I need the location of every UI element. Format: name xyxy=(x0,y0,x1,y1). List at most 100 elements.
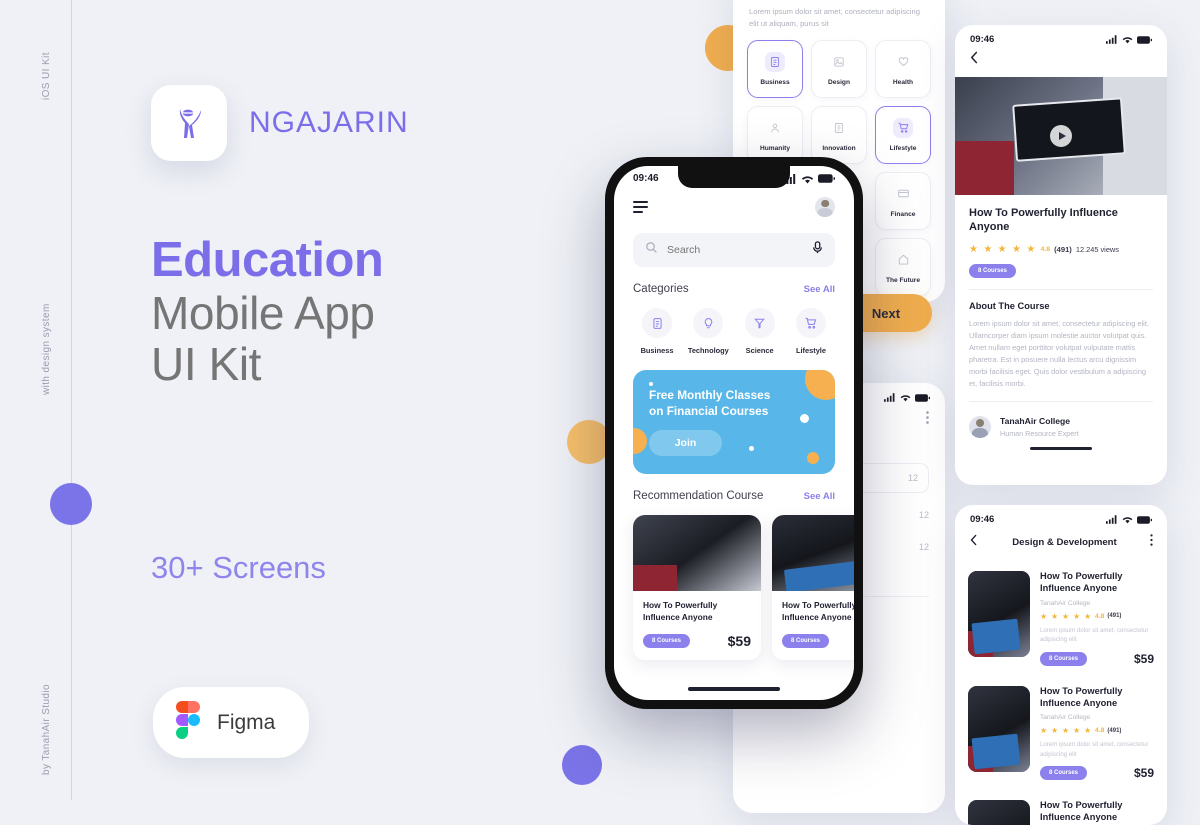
categories-section-header: Categories See All xyxy=(614,267,854,295)
home-indicator xyxy=(688,687,780,691)
menu-count-value: 12 xyxy=(918,542,929,552)
category-cell-design[interactable]: Design xyxy=(811,39,867,98)
signal-icon xyxy=(1106,515,1117,524)
chevron-left-icon[interactable] xyxy=(969,533,979,551)
status-icons xyxy=(884,393,930,402)
phone-screen: 09:46 Categ xyxy=(614,166,854,700)
avatar[interactable] xyxy=(815,197,835,217)
vertical-divider xyxy=(71,0,72,800)
decorative-circle-purple-left xyxy=(50,483,92,525)
search-bar[interactable] xyxy=(633,233,835,267)
course-card[interactable]: How To Powerfully Influence Anyone 8 Cou… xyxy=(633,515,761,660)
status-badge: 8 Courses xyxy=(643,634,691,648)
rating-count: (491) xyxy=(1054,244,1072,254)
list-item[interactable]: How To Powerfully Influence Anyone Tanah… xyxy=(955,561,1167,676)
list-item[interactable]: How To Powerfully Influence Anyone Tanah… xyxy=(955,676,1167,791)
star-rating-icon: ★ ★ ★ ★ ★ xyxy=(969,243,1037,255)
status-bar: 09:46 xyxy=(955,505,1167,529)
category-cell-innovation[interactable]: Innovation xyxy=(811,105,867,164)
battery-icon xyxy=(1137,515,1152,524)
status-time: 09:46 xyxy=(970,514,995,525)
rating-score: 4.8 xyxy=(1094,727,1105,735)
battery-icon xyxy=(1137,35,1152,44)
category-cell-label: The Future xyxy=(885,276,921,284)
page-title: Education Mobile App UI Kit xyxy=(151,233,384,391)
promo-banner[interactable]: Free Monthly Classes on Financial Course… xyxy=(633,370,835,474)
course-thumbnail xyxy=(633,515,761,591)
battery-icon xyxy=(818,174,835,183)
course-card[interactable]: How To Powerfully Influence Anyone 8 Cou… xyxy=(772,515,854,660)
card-icon xyxy=(893,184,913,204)
course-title: How To Powerfully Influence Anyone xyxy=(1040,800,1123,823)
course-title: How To Powerfully Influence Anyone xyxy=(782,600,854,622)
menu-count-value: 12 xyxy=(907,473,918,483)
figma-label: Figma xyxy=(217,710,276,734)
category-item-business[interactable]: Business xyxy=(633,308,681,355)
cart-icon xyxy=(795,308,826,338)
rating-row: ★ ★ ★ ★ ★ 4.8 (491) xyxy=(1040,612,1154,621)
screens-count: 30+ Screens xyxy=(151,550,326,585)
category-cell-lifestyle[interactable]: Lifestyle xyxy=(875,105,931,164)
list-item[interactable]: How To Powerfully Influence Anyone xyxy=(955,790,1167,825)
category-cell-business[interactable]: Business xyxy=(747,39,803,98)
rating-count: (491) xyxy=(1107,613,1122,620)
headline-line-3: UI Kit xyxy=(151,338,262,391)
microphone-icon[interactable] xyxy=(812,241,823,259)
author-row[interactable]: TanahAir College Human Resource Expert xyxy=(969,413,1153,438)
course-desc: Lorem ipsum dolor sit amet, consectetur … xyxy=(1040,626,1149,644)
category-cell-health[interactable]: Health xyxy=(875,39,931,98)
author-name: TanahAir College xyxy=(1000,415,1071,426)
flask-icon xyxy=(744,308,775,338)
play-icon[interactable] xyxy=(1050,125,1072,147)
status-icons xyxy=(1106,35,1152,44)
category-item-science[interactable]: Science xyxy=(736,308,784,355)
cart-icon xyxy=(893,117,913,138)
wifi-icon xyxy=(801,175,814,183)
chevron-left-icon[interactable] xyxy=(969,51,980,68)
see-all-link[interactable]: See All xyxy=(804,284,835,295)
course-price: $59 xyxy=(1133,766,1154,781)
kebab-menu-icon[interactable] xyxy=(926,411,929,429)
headline-line-1: Education xyxy=(151,233,384,287)
decorative-circle-purple-bottom xyxy=(562,745,602,785)
category-cell-label: Design xyxy=(828,78,850,86)
rail-label-platform: iOS UI Kit xyxy=(41,52,52,100)
category-cell-the-future[interactable]: The Future xyxy=(875,237,931,296)
views-count: 12.245 views xyxy=(1075,244,1119,254)
section-title: Categories xyxy=(633,283,689,295)
category-item-technology[interactable]: Technology xyxy=(684,308,732,355)
hamburger-menu-icon[interactable] xyxy=(633,201,648,213)
star-rating-icon: ★ ★ ★ ★ ★ xyxy=(1040,726,1092,736)
category-cell-humanity[interactable]: Humanity xyxy=(747,105,803,164)
course-title: How To Powerfully Influence Anyone xyxy=(1040,571,1123,593)
search-input[interactable] xyxy=(667,244,803,256)
document-icon xyxy=(765,51,785,72)
poster-canvas: iOS UI Kit with design system by TanahAi… xyxy=(0,0,1200,825)
category-label: Business xyxy=(640,346,674,355)
course-hero-image[interactable] xyxy=(955,77,1167,195)
rail-label-studio: by TanahAir Studio xyxy=(41,684,52,775)
status-time: 09:46 xyxy=(970,34,995,45)
phone-mockup: 09:46 Categ xyxy=(605,157,863,709)
kebab-menu-icon[interactable] xyxy=(1150,533,1153,551)
category-label: Technology xyxy=(687,346,729,355)
figma-badge[interactable]: Figma xyxy=(153,687,310,758)
category-item-lifestyle[interactable]: Lifestyle xyxy=(787,308,835,355)
notebook-icon xyxy=(829,118,849,138)
status-badge: 8 Courses xyxy=(969,263,1017,278)
category-cell-finance[interactable]: Finance xyxy=(875,171,931,230)
join-button[interactable]: Join xyxy=(649,430,722,457)
status-badge: 8 Courses xyxy=(1040,766,1088,781)
wifi-icon xyxy=(1122,517,1133,524)
section-title: Recommendation Course xyxy=(633,490,764,502)
divider xyxy=(969,288,1153,290)
see-all-link[interactable]: See All xyxy=(804,491,835,502)
rating-score: 4.8 xyxy=(1094,612,1105,620)
list-title: Design & Development xyxy=(1012,536,1117,548)
person-icon xyxy=(765,118,785,138)
course-thumbnail xyxy=(772,515,854,591)
course-thumbnail xyxy=(968,800,1030,825)
home-indicator xyxy=(1030,446,1092,450)
category-cell-label: Humanity xyxy=(759,144,791,152)
category-cell-label: Lifestyle xyxy=(889,144,917,152)
